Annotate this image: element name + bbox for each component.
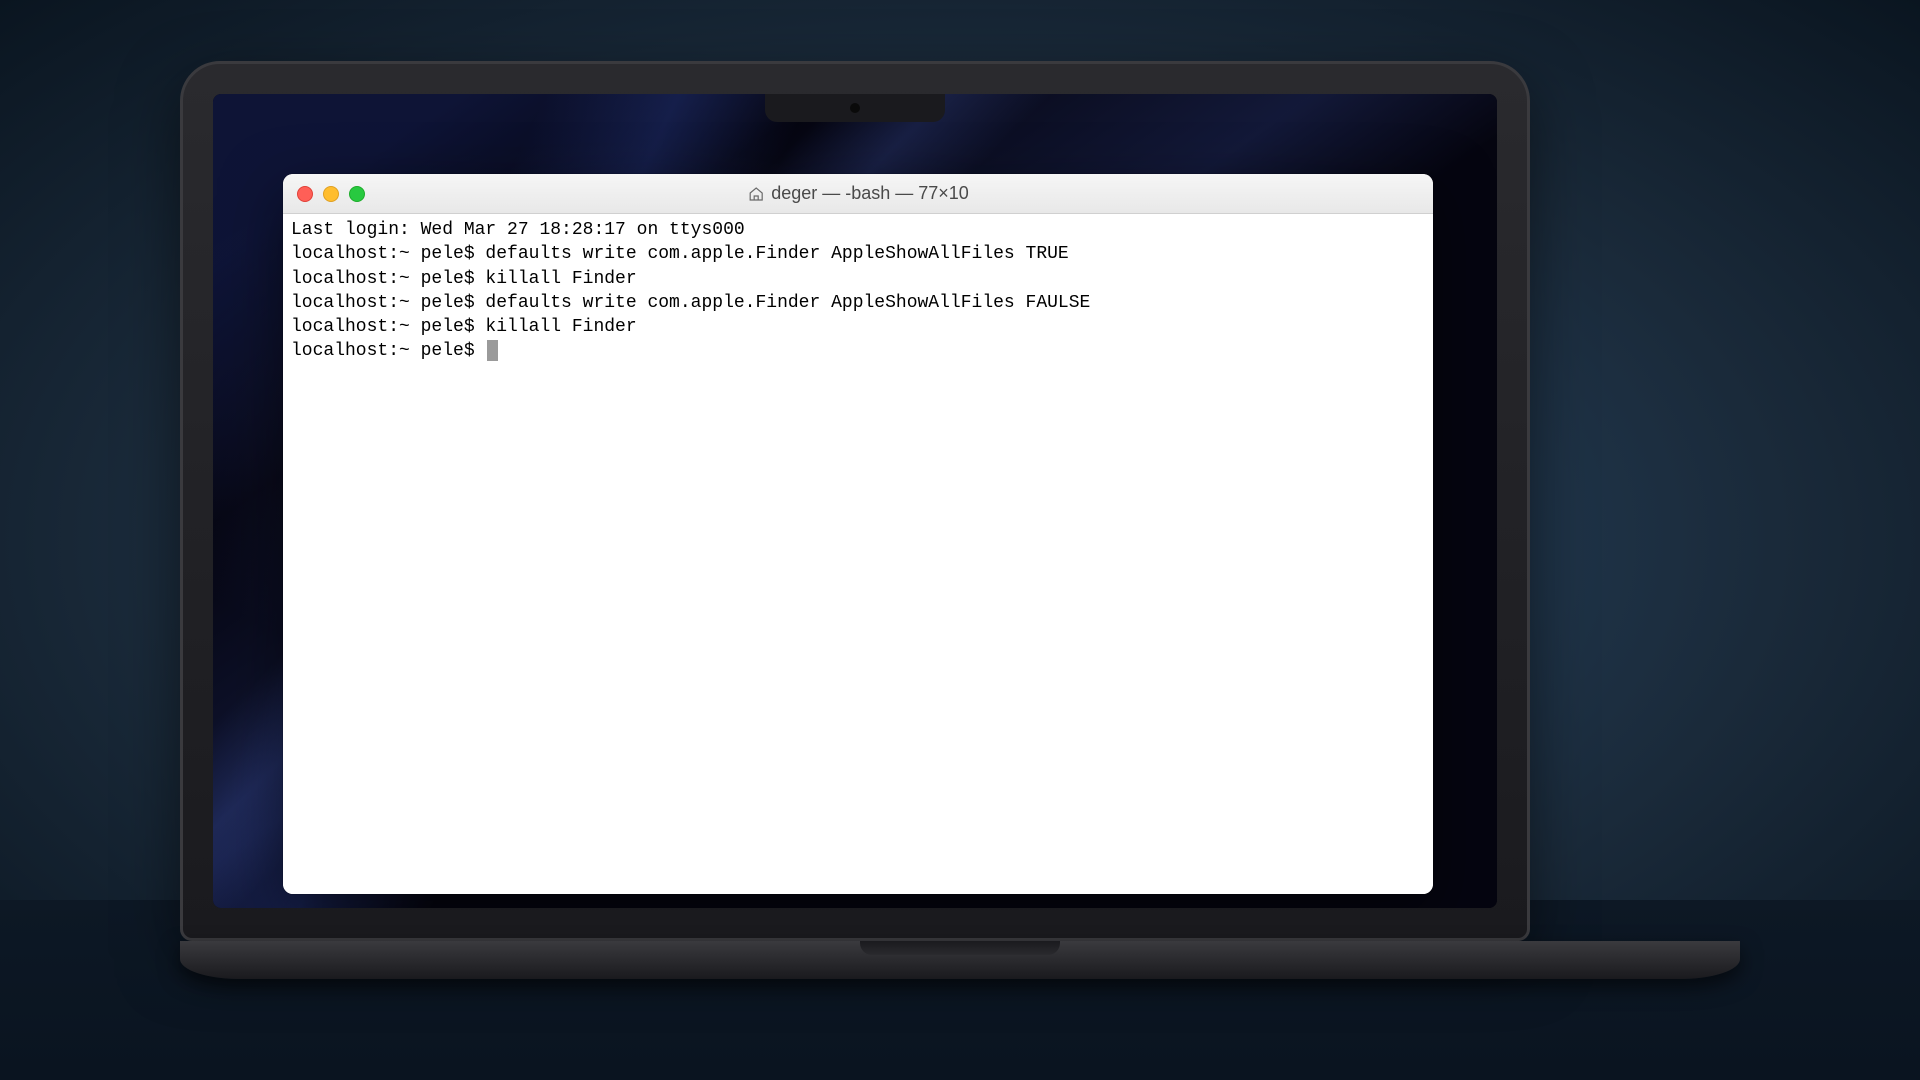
minimize-button[interactable] <box>323 186 339 202</box>
window-title-text: deger — -bash — 77×10 <box>771 183 969 204</box>
terminal-output-line: localhost:~ pele$ killall Finder <box>291 315 1425 339</box>
terminal-output-line: Last login: Wed Mar 27 18:28:17 on ttys0… <box>291 218 1425 242</box>
laptop-device: deger — -bash — 77×10 Last login: Wed Ma… <box>180 61 1740 979</box>
maximize-button[interactable] <box>349 186 365 202</box>
laptop-screen: deger — -bash — 77×10 Last login: Wed Ma… <box>213 94 1497 908</box>
laptop-notch <box>765 94 945 122</box>
terminal-output-line: localhost:~ pele$ defaults write com.app… <box>291 242 1425 266</box>
terminal-output-line: localhost:~ pele$ killall Finder <box>291 267 1425 291</box>
terminal-window[interactable]: deger — -bash — 77×10 Last login: Wed Ma… <box>283 174 1433 894</box>
terminal-prompt: localhost:~ pele$ <box>291 341 485 361</box>
traffic-lights <box>297 186 365 202</box>
window-title-bar[interactable]: deger — -bash — 77×10 <box>283 174 1433 214</box>
terminal-prompt-line: localhost:~ pele$ <box>291 339 1425 363</box>
home-icon <box>747 185 765 203</box>
cursor-icon <box>487 340 498 361</box>
close-button[interactable] <box>297 186 313 202</box>
laptop-bezel: deger — -bash — 77×10 Last login: Wed Ma… <box>180 61 1530 941</box>
terminal-output-line: localhost:~ pele$ defaults write com.app… <box>291 291 1425 315</box>
window-title: deger — -bash — 77×10 <box>747 183 969 204</box>
terminal-content[interactable]: Last login: Wed Mar 27 18:28:17 on ttys0… <box>283 214 1433 894</box>
laptop-base <box>180 941 1740 979</box>
